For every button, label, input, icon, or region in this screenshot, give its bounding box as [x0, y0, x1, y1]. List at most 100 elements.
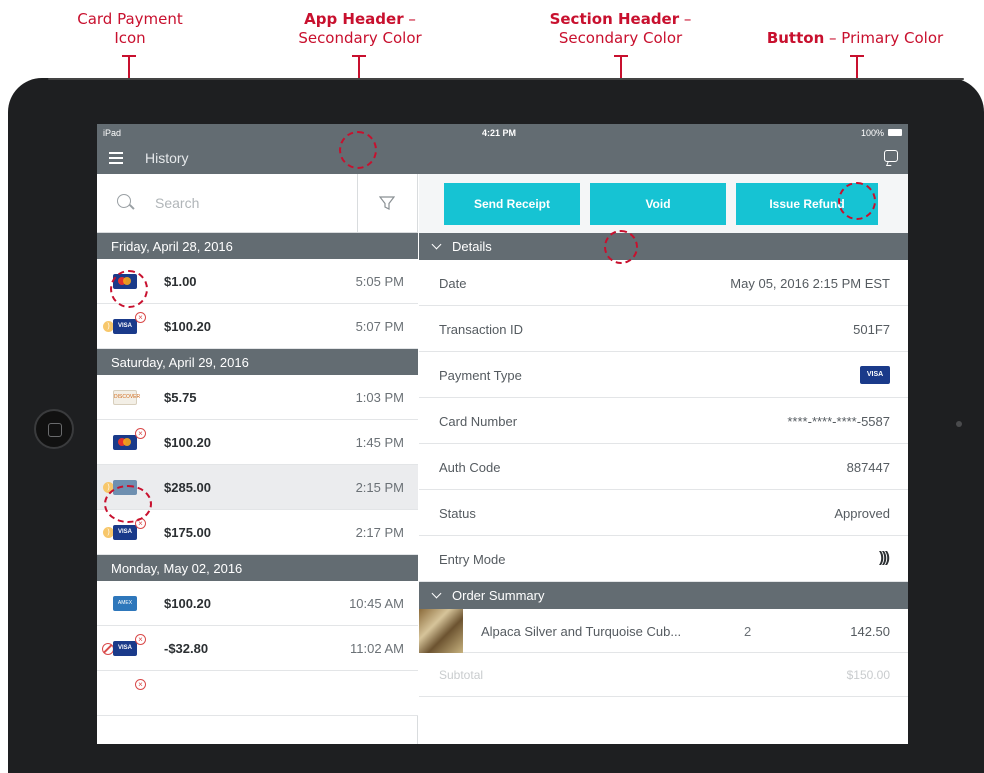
transaction-row[interactable]: × $100.20 1:45 PM	[97, 420, 418, 465]
transaction-time: 5:07 PM	[355, 319, 404, 334]
filter-icon[interactable]	[379, 195, 395, 211]
search-bar	[97, 174, 418, 233]
detail-value: 501F7	[853, 322, 890, 337]
transaction-row[interactable]: ) VISA × $100.20 5:07 PM	[97, 304, 418, 349]
annotation-highlight-ring	[110, 270, 148, 308]
transaction-amount: $5.75	[164, 390, 197, 405]
discover-card-icon: DISCOVER	[113, 390, 140, 405]
mastercard-icon	[113, 435, 137, 450]
page-title: History	[145, 150, 189, 166]
annotation-card-payment-icon: Card Payment Icon	[55, 10, 205, 48]
transaction-time: 2:17 PM	[355, 525, 404, 540]
annotation-app-header-dash: –	[403, 10, 416, 28]
history-list-panel: Friday, April 28, 2016 $1.00 5:05 PM ) V…	[97, 174, 418, 744]
subtotal-value: $150.00	[846, 668, 890, 682]
visa-card-icon: VISA	[860, 366, 890, 384]
detail-label: Entry Mode	[439, 552, 506, 567]
item-name: Alpaca Silver and Turquoise Cub...	[481, 624, 682, 639]
amex-card-icon: AMEX	[113, 596, 137, 611]
visa-card-icon: VISA	[113, 319, 137, 334]
date-group-header: Friday, April 28, 2016	[97, 233, 418, 259]
transaction-amount: $175.00	[164, 525, 211, 540]
void-button[interactable]: Void	[590, 183, 726, 225]
transaction-amount: $285.00	[164, 480, 211, 495]
battery-icon	[888, 129, 902, 136]
order-summary-section-header[interactable]: Order Summary	[419, 582, 908, 609]
annotation-card-payment-icon-line2: Icon	[114, 29, 146, 47]
annotation-highlight-ring	[339, 131, 377, 169]
visa-card-icon: VISA	[113, 525, 137, 540]
status-carrier: iPad	[103, 128, 122, 138]
detail-value: 887447	[846, 460, 890, 475]
declined-badge-icon: ×	[135, 428, 146, 439]
detail-label: Auth Code	[439, 460, 501, 475]
declined-badge-icon: ×	[135, 312, 146, 323]
annotation-card-payment-icon-line1: Card Payment	[77, 10, 183, 28]
transaction-time: 1:45 PM	[355, 435, 404, 450]
home-button-icon[interactable]	[34, 409, 74, 449]
transaction-amount: $100.20	[164, 435, 211, 450]
annotation-button-rest: – Primary Color	[824, 29, 944, 47]
chevron-down-icon	[431, 239, 442, 250]
search-icon	[117, 194, 131, 208]
transaction-row[interactable]: VISA × -$32.80 11:02 AM	[97, 626, 418, 671]
date-group-header: Monday, May 02, 2016	[97, 555, 418, 581]
visa-card-icon: VISA	[113, 641, 137, 656]
app-header: History	[97, 142, 908, 174]
detail-value: May 05, 2016 2:15 PM EST	[730, 276, 890, 291]
transaction-time: 1:03 PM	[355, 390, 404, 405]
status-time: 4:21 PM	[482, 128, 517, 138]
annotation-button-bold: Button	[766, 29, 825, 47]
detail-row: Auth Code 887447	[419, 444, 908, 490]
annotation-app-header-line2: Secondary Color	[298, 29, 422, 47]
annotation-app-header: App Header – Secondary Color	[270, 10, 450, 48]
transaction-amount: -$32.80	[164, 641, 209, 656]
detail-row: Transaction ID 501F7	[419, 306, 908, 352]
device-bezel-highlight	[48, 78, 964, 80]
search-input[interactable]	[155, 192, 335, 214]
order-summary-title: Order Summary	[452, 588, 545, 603]
transaction-time: 2:15 PM	[355, 480, 404, 495]
transaction-row-partial[interactable]: ×	[97, 671, 418, 716]
detail-row: Date May 05, 2016 2:15 PM EST	[419, 260, 908, 306]
annotation-section-header: Section Header – Secondary Color	[528, 10, 713, 48]
transaction-row[interactable]: DISCOVER $5.75 1:03 PM	[97, 375, 418, 420]
chevron-down-icon	[431, 588, 442, 599]
detail-label: Date	[439, 276, 467, 291]
transaction-amount: $1.00	[164, 274, 197, 289]
detail-value: ****-****-****-5587	[787, 414, 890, 429]
order-item-row[interactable]: Alpaca Silver and Turquoise Cub... 2 142…	[419, 609, 908, 653]
annotation-highlight-ring	[104, 485, 152, 523]
detail-label: Transaction ID	[439, 322, 524, 337]
detail-value: Approved	[834, 506, 890, 521]
camera-icon	[956, 421, 962, 427]
detail-label: Payment Type	[439, 368, 522, 383]
contactless-icon: )))	[879, 549, 890, 566]
detail-row: Payment Type VISA	[419, 352, 908, 398]
transaction-amount: $100.20	[164, 596, 211, 611]
transaction-time: 11:02 AM	[350, 641, 404, 656]
detail-row: Entry Mode )))	[419, 536, 908, 582]
transaction-amount: $100.20	[164, 319, 211, 334]
hamburger-menu-icon[interactable]	[109, 152, 123, 164]
annotation-section-header-bold: Section Header	[549, 10, 680, 28]
item-price: 142.50	[850, 624, 890, 639]
transaction-row[interactable]: AMEX $100.20 10:45 AM	[97, 581, 418, 626]
detail-row: Card Number ****-****-****-5587	[419, 398, 908, 444]
annotation-highlight-ring	[838, 182, 876, 220]
detail-row: Status Approved	[419, 490, 908, 536]
transaction-detail-panel: Send Receipt Void Issue Refund Details D…	[419, 174, 908, 744]
item-quantity: 2	[744, 624, 752, 639]
search-divider	[357, 174, 358, 233]
send-receipt-button[interactable]: Send Receipt	[444, 183, 580, 225]
declined-badge-icon: ×	[135, 634, 146, 645]
transaction-time: 10:45 AM	[349, 596, 404, 611]
declined-badge-icon: ×	[135, 679, 146, 690]
detail-label: Status	[439, 506, 476, 521]
details-section-header[interactable]: Details	[419, 233, 908, 260]
subtotal-row: Subtotal $150.00	[419, 653, 908, 697]
subtotal-label: Subtotal	[439, 668, 484, 682]
screen: iPad 4:21 PM 100% History Friday, April …	[97, 124, 908, 744]
chat-icon[interactable]	[884, 150, 898, 162]
transaction-time: 5:05 PM	[355, 274, 404, 289]
